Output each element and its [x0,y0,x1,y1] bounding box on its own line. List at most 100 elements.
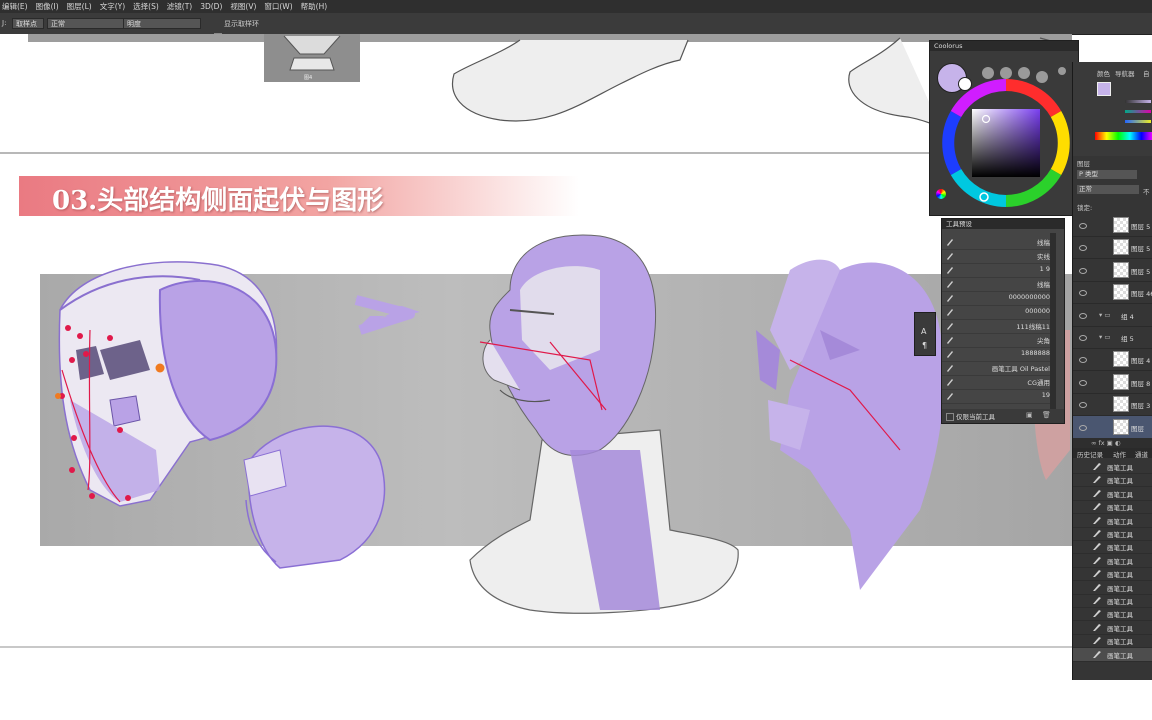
layer-row[interactable]: ▾ ▭ 组 5 [1073,326,1152,349]
history-item[interactable]: 画笔工具 [1073,647,1152,662]
trash-icon[interactable]: 🗑 [1042,411,1051,419]
foreground-color-swatch[interactable] [1097,82,1111,96]
color-ramp[interactable] [1095,132,1152,140]
color-wheel[interactable] [942,77,1072,209]
tool-preset-label: 线稿 [1037,281,1050,289]
coolorus-panel[interactable]: Coolorus [929,40,1079,216]
layer-footer-icons[interactable]: ∞ fx ▣ ◐ [1073,438,1152,448]
previous-thumbnail: 图4 [264,34,360,82]
tool-preset-item[interactable]: 1 9 [942,263,1056,278]
layer-row[interactable]: 图层 46 [1073,281,1152,305]
history-item[interactable]: 画笔工具 [1073,473,1152,488]
history-item[interactable]: 画笔工具 [1073,460,1152,474]
layer-row[interactable]: 图层 5 [1073,236,1152,260]
visibility-eye-icon[interactable] [1079,223,1087,229]
tab-history[interactable]: 历史记录 [1077,449,1103,459]
tool-preset-item[interactable]: CG通用 [942,375,1056,390]
paragraph-panel-icon[interactable]: ¶ [922,341,927,350]
history-item[interactable]: 画笔工具 [1073,487,1152,501]
layer-row[interactable]: 图层 3 [1073,393,1152,417]
layer-name: 图层 8 [1131,379,1151,388]
sample-point-select[interactable]: 取样点 [12,18,44,29]
tab-layers[interactable]: 图层 [1077,158,1090,168]
tool-presets-panel[interactable]: 工具预设 线稿 实线 1 9 线稿 0000000000 000000 111线稿11 尖角 1… [941,218,1065,424]
current-tool-only-checkbox[interactable] [946,413,954,421]
visibility-eye-icon[interactable] [1079,335,1087,341]
menu-filter[interactable]: 滤镜(T) [167,1,192,12]
history-item[interactable]: 画笔工具 [1073,554,1152,568]
layer-name: 图层 [1131,424,1144,433]
mode-select[interactable]: 明度 [123,18,201,29]
menu-3d[interactable]: 3D(D) [200,2,222,11]
history-item[interactable]: 画笔工具 [1073,527,1152,541]
menu-type[interactable]: 文字(Y) [100,1,125,12]
folder-icon: ▾ ▭ [1099,333,1111,341]
history-item[interactable]: 画笔工具 [1073,621,1152,635]
tool-preset-item[interactable]: 19 [942,389,1056,404]
options-label: J: [2,19,7,27]
history-item[interactable]: 画笔工具 [1073,500,1152,515]
tool-preset-item[interactable]: 尖角 [942,333,1056,348]
layer-row[interactable]: 图层 8 [1073,371,1152,394]
tab-properties[interactable]: 自 [1143,68,1150,78]
tool-preset-item[interactable]: 线稿 [942,277,1056,292]
presets-scrollbar[interactable] [1050,233,1056,413]
tab-channels[interactable]: 通道 [1135,449,1148,459]
visibility-eye-icon[interactable] [1079,424,1087,431]
slider-a[interactable] [1125,110,1151,113]
tool-preset-item[interactable]: 实线 [942,249,1056,264]
layer-row[interactable]: ▾ ▭ 组 4 [1073,304,1152,327]
layer-thumbnail [1113,396,1129,413]
tab-actions[interactable]: 动作 [1113,449,1126,459]
history-item[interactable]: 画笔工具 [1073,540,1152,555]
tool-preset-item[interactable]: 0000000000 [942,291,1056,306]
visibility-eye-icon[interactable] [1079,267,1087,274]
history-item[interactable]: 画笔工具 [1073,514,1152,528]
menu-window[interactable]: 窗口(W) [264,1,292,12]
blend-mode-select[interactable]: 正常 [47,18,125,29]
menu-layer[interactable]: 图层(L) [67,1,92,12]
layer-filter-select[interactable]: P 类型 [1077,170,1137,179]
visibility-eye-icon[interactable] [1079,379,1087,386]
mini-tool-panel[interactable]: A ¶ [914,312,936,356]
menu-view[interactable]: 视图(V) [230,1,256,12]
menu-select[interactable]: 选择(S) [133,1,159,12]
layer-thumbnail [1113,239,1129,256]
palette-icon[interactable] [936,189,946,199]
visibility-eye-icon[interactable] [1079,402,1087,409]
tool-preset-item[interactable]: 111线稿11 [942,319,1056,334]
tool-preset-label: 111线稿11 [1016,323,1050,331]
visibility-eye-icon[interactable] [1079,245,1087,252]
history-item[interactable]: 画笔工具 [1073,634,1152,649]
lock-label: 锁定: [1077,204,1093,212]
tool-preset-item[interactable]: 线稿 [942,235,1056,250]
menu-help[interactable]: 帮助(H) [301,1,328,12]
history-item[interactable]: 画笔工具 [1073,581,1152,595]
slider-l[interactable] [1125,100,1151,103]
tool-preset-label: 实线 [1037,253,1050,261]
tool-preset-item[interactable]: 1888888 [942,347,1056,362]
new-preset-icon[interactable]: ▣ [1026,411,1033,419]
menu-edit[interactable]: 编辑(E) [2,1,28,12]
history-item[interactable]: 画笔工具 [1073,567,1152,582]
visibility-eye-icon[interactable] [1079,312,1087,319]
visibility-eye-icon[interactable] [1079,357,1087,364]
tab-color[interactable]: 颜色 [1097,68,1110,78]
tab-navigator[interactable]: 导航器 [1115,68,1135,78]
tool-preset-item[interactable]: 000000 [942,305,1056,320]
brush-icon [947,365,953,372]
character-panel-icon[interactable]: A [921,327,926,336]
visibility-eye-icon[interactable] [1079,290,1087,297]
menu-image[interactable]: 图像(I) [36,1,59,12]
slider-b[interactable] [1125,120,1151,123]
layer-row[interactable]: 图层 5 [1073,214,1152,237]
layer-blend-select[interactable]: 正常 [1077,185,1139,194]
history-item[interactable]: 画笔工具 [1073,594,1152,608]
layer-row[interactable]: 图层 4 [1073,348,1152,372]
menu-bar: 编辑(E) 图像(I) 图层(L) 文字(Y) 选择(S) 滤镜(T) 3D(D… [0,0,1152,13]
tool-preset-item[interactable]: 画笔工具 Oil Pastel [942,361,1056,376]
layer-row[interactable]: 图层 [1073,415,1152,439]
history-item[interactable]: 画笔工具 [1073,607,1152,622]
layer-row[interactable]: 图层 5 [1073,259,1152,282]
layer-thumbnail [1113,261,1129,278]
